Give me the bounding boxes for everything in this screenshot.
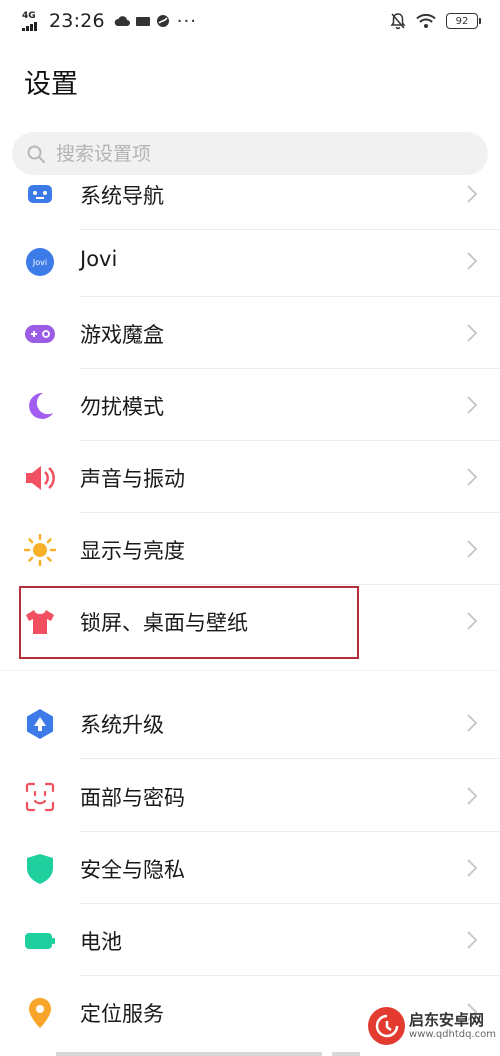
setting-label: Jovi (80, 247, 118, 271)
network-type: 4G (22, 10, 36, 21)
setting-row-battery[interactable]: 电池 (0, 904, 500, 976)
nav-hint-bar (56, 1052, 322, 1056)
chevron-right-icon (467, 787, 478, 805)
setting-label: 系统升级 (80, 713, 164, 737)
status-bar: 4G 23:26 ··· 92 (0, 0, 500, 44)
chevron-right-icon (467, 324, 478, 342)
svg-text:Jovi: Jovi (32, 258, 47, 267)
chevron-right-icon (467, 859, 478, 877)
setting-label: 系统导航 (80, 184, 164, 208)
setting-row-security-privacy[interactable]: 安全与隐私 (0, 832, 500, 904)
setting-label: 定位服务 (80, 1002, 164, 1026)
search-input[interactable] (54, 141, 458, 166)
setting-row-game-box[interactable]: 游戏魔盒 (0, 297, 500, 369)
chevron-right-icon (467, 185, 478, 203)
chevron-right-icon (467, 714, 478, 732)
setting-label: 面部与密码 (80, 786, 185, 810)
chevron-right-icon (467, 612, 478, 630)
status-time: 23:26 (49, 10, 105, 32)
cloud-icon (114, 16, 130, 26)
setting-label: 显示与亮度 (80, 539, 185, 563)
chevron-right-icon (467, 931, 478, 949)
battery-indicator-icon: 92 (446, 13, 481, 29)
setting-row-display[interactable]: 显示与亮度 (0, 513, 500, 585)
sun-icon (24, 534, 56, 566)
battery-level: 92 (455, 15, 469, 27)
setting-label: 安全与隐私 (80, 858, 185, 882)
highlight-box (19, 586, 359, 659)
system-update-icon (24, 708, 56, 740)
chevron-right-icon (467, 252, 478, 270)
shield-icon (24, 853, 56, 885)
search-bar[interactable] (12, 132, 488, 175)
navigation-icon (24, 180, 56, 211)
watermark: 启东安卓网 www.qdhtdq.com (368, 1004, 496, 1048)
chevron-right-icon (467, 540, 478, 558)
app-notification-icon (156, 15, 169, 27)
chevron-right-icon (467, 396, 478, 414)
battery-icon (24, 925, 56, 957)
notification-icons (114, 14, 170, 28)
setting-label: 游戏魔盒 (80, 323, 164, 347)
status-left: 4G 23:26 ··· (22, 10, 197, 32)
moon-icon (24, 390, 56, 422)
setting-label: 声音与振动 (80, 467, 185, 491)
location-pin-icon (24, 997, 56, 1029)
setting-row-face-password[interactable]: 面部与密码 (0, 760, 500, 832)
wifi-icon (416, 13, 436, 28)
message-icon (135, 17, 150, 26)
setting-row-jovi[interactable]: Jovi Jovi (0, 225, 500, 297)
setting-row-system-update[interactable]: 系统升级 (0, 687, 500, 759)
setting-row-system-navigation[interactable]: 系统导航 (0, 180, 500, 230)
speaker-icon (24, 462, 56, 494)
watermark-logo-icon (368, 1007, 406, 1045)
more-notifications-icon: ··· (176, 10, 197, 32)
section-separator (0, 670, 500, 671)
divider (80, 758, 500, 759)
jovi-icon: Jovi (24, 246, 56, 278)
gamepad-icon (24, 318, 56, 350)
mute-bell-icon (390, 13, 406, 30)
watermark-name: 启东安卓网 (409, 1011, 485, 1029)
status-right: 92 (390, 12, 481, 30)
page-title: 设置 (24, 69, 78, 100)
setting-label: 电池 (80, 930, 122, 954)
chevron-right-icon (467, 468, 478, 486)
nav-hint-bar (332, 1052, 360, 1056)
watermark-url: www.qdhtdq.com (409, 1029, 496, 1040)
setting-label: 勿扰模式 (80, 395, 164, 419)
setting-row-sound[interactable]: 声音与振动 (0, 441, 500, 513)
face-id-icon (24, 781, 56, 813)
setting-row-do-not-disturb[interactable]: 勿扰模式 (0, 369, 500, 441)
search-icon (26, 143, 48, 165)
cellular-signal-icon: 4G (22, 10, 44, 31)
